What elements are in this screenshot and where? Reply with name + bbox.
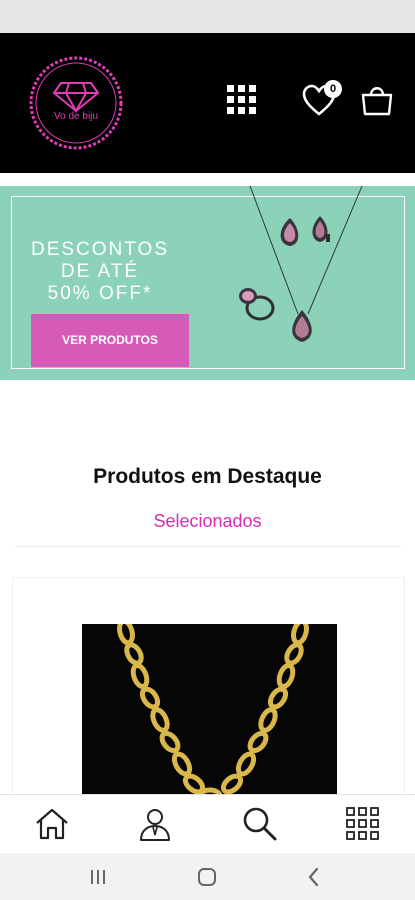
earring-left bbox=[280, 218, 299, 246]
banner-headline-line-1: DESCONTOS bbox=[30, 239, 169, 260]
search-icon[interactable] bbox=[240, 805, 278, 843]
home-icon[interactable] bbox=[33, 805, 71, 843]
wishlist-count-badge: 0 bbox=[324, 80, 342, 98]
apps-grid-icon[interactable] bbox=[344, 805, 382, 843]
jewelry-image bbox=[239, 186, 363, 342]
featured-section-title: Produtos em Destaque bbox=[93, 465, 322, 488]
logo-text: Vo de biju bbox=[54, 111, 98, 122]
banner-headline-line-2: DE ATÉ bbox=[60, 261, 140, 282]
categories-grid-icon[interactable] bbox=[227, 85, 257, 115]
user-icon[interactable] bbox=[136, 805, 174, 843]
bottom-navigation bbox=[0, 794, 415, 853]
banner-headline-line-3: 50% OFF* bbox=[47, 283, 153, 304]
recent-apps-icon[interactable] bbox=[86, 865, 110, 889]
ring bbox=[239, 288, 275, 321]
system-navigation-bar bbox=[0, 853, 415, 900]
promo-banner[interactable]: DESCONTOS DE ATÉ 50% OFF* VER PRODUTOS bbox=[0, 186, 415, 380]
pendant-gem bbox=[292, 310, 312, 342]
shopping-bag-icon[interactable] bbox=[360, 83, 394, 117]
home-button-icon[interactable] bbox=[195, 865, 219, 889]
status-bar bbox=[0, 0, 415, 33]
section-divider bbox=[14, 546, 401, 547]
product-image[interactable] bbox=[82, 624, 337, 804]
brand-logo[interactable]: Vo de biju bbox=[26, 53, 126, 153]
featured-section-subtitle: Selecionados bbox=[153, 511, 262, 531]
diamond-icon bbox=[52, 82, 100, 114]
ver-produtos-button[interactable]: VER PRODUTOS bbox=[31, 314, 189, 367]
back-icon[interactable] bbox=[302, 865, 326, 889]
logo-ring-icon bbox=[29, 56, 123, 150]
gold-chain-image bbox=[117, 624, 309, 804]
app-header: Vo de biju 0 bbox=[0, 33, 415, 173]
earring-right bbox=[312, 216, 330, 242]
